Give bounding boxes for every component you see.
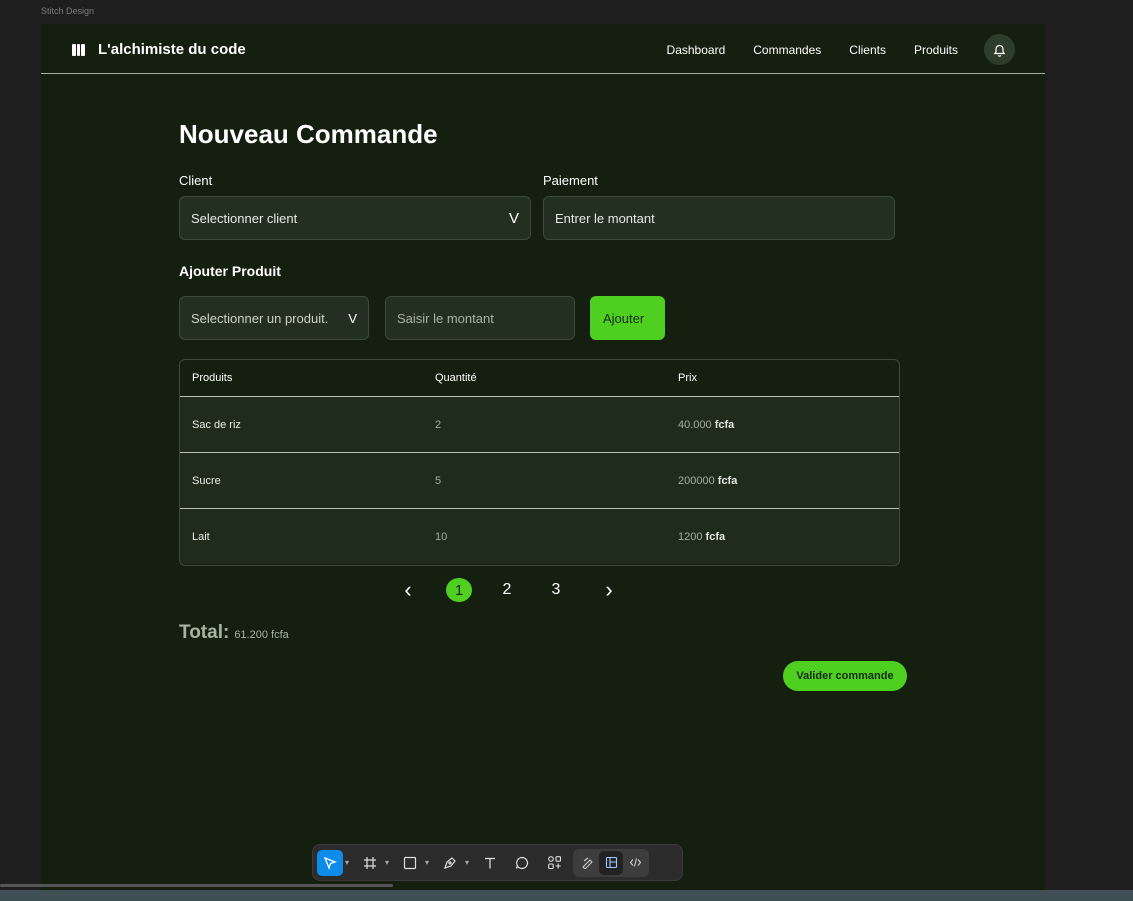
row-quantity: 2 <box>435 418 442 431</box>
design-frame: L'alchimiste du code Dashboard Commandes… <box>41 24 1045 890</box>
chevron-down-icon[interactable]: ▾ <box>425 858 429 867</box>
chevron-down-icon[interactable]: ▾ <box>345 858 349 867</box>
table-row[interactable]: Sucre 5 200000 fcfa <box>180 453 899 509</box>
header-prix: Prix <box>678 372 697 384</box>
page-3-button[interactable]: 3 <box>548 578 564 602</box>
comment-tool[interactable] <box>509 850 535 876</box>
frame-tool-icon <box>357 850 383 876</box>
main-nav: Dashboard Commandes Clients Produits <box>667 34 1015 65</box>
brand-logo-icon <box>72 43 86 56</box>
chevron-down-icon: V <box>348 310 357 326</box>
price-value: 200000 <box>678 474 715 487</box>
product-select-value: Selectionner un produit. <box>191 310 329 326</box>
add-product-title: Ajouter Produit <box>179 263 281 279</box>
comment-tool-icon <box>509 850 535 876</box>
pen-tool-icon <box>437 850 463 876</box>
pagination: ‹ 1 2 3 › <box>41 577 1045 604</box>
client-select-value: Selectionner client <box>191 210 298 226</box>
row-product: Sac de riz <box>192 418 241 431</box>
rectangle-tool-icon <box>397 850 423 876</box>
row-price: 1200 fcfa <box>666 531 899 543</box>
chevron-down-icon: V <box>508 209 519 227</box>
price-value: 1200 <box>678 530 703 543</box>
page-1-button[interactable]: 1 <box>446 578 472 602</box>
canvas-label: Stitch Design <box>41 6 95 16</box>
notifications-button[interactable] <box>984 34 1015 65</box>
row-price: 200000 fcfa <box>666 475 899 487</box>
header-produits: Produits <box>192 372 233 384</box>
pen-tool[interactable]: ▾ <box>437 850 477 876</box>
bell-icon <box>993 44 1006 57</box>
table-row[interactable]: Lait 10 1200 fcfa <box>180 509 899 564</box>
payment-placeholder: Entrer le montant <box>555 210 655 226</box>
components-icon <box>541 850 567 876</box>
price-value: 40.000 <box>678 418 712 431</box>
design-toolbar: ▾ ▾ ▾ ▾ <box>312 844 683 881</box>
frame-tool[interactable]: ▾ <box>357 850 397 876</box>
price-unit: fcfa <box>717 474 738 487</box>
chevron-down-icon[interactable]: ▾ <box>385 858 389 867</box>
text-tool-icon <box>477 850 503 876</box>
horizontal-scrollbar[interactable] <box>0 884 393 887</box>
draw-mode-icon[interactable] <box>575 851 599 875</box>
row-product: Sucre <box>192 474 221 487</box>
top-navigation: L'alchimiste du code Dashboard Commandes… <box>41 24 1045 74</box>
payment-input[interactable]: Entrer le montant <box>543 196 895 240</box>
row-product: Lait <box>192 530 210 543</box>
components-tool[interactable] <box>541 850 567 876</box>
move-tool[interactable]: ▾ <box>317 849 357 876</box>
table-header: Produits Quantité Prix <box>180 360 899 397</box>
header-quantite: Quantité <box>435 372 477 384</box>
page-title: Nouveau Commande <box>179 119 438 149</box>
nav-clients[interactable]: Clients <box>849 43 886 57</box>
brand-name: L'alchimiste du code <box>98 41 246 58</box>
mode-switcher <box>573 848 650 877</box>
price-unit: fcfa <box>705 530 726 543</box>
nav-dashboard[interactable]: Dashboard <box>667 43 726 57</box>
client-select[interactable]: Selectionner client V <box>179 196 531 240</box>
prev-page-button[interactable]: ‹ <box>399 577 417 602</box>
move-tool-icon <box>317 849 343 876</box>
amount-input[interactable]: Saisir le montant <box>385 296 575 340</box>
table-row[interactable]: Sac de riz 2 40.000 fcfa <box>180 397 899 453</box>
brand[interactable]: L'alchimiste du code <box>72 41 246 58</box>
order-items-table: Produits Quantité Prix Sac de riz 2 40.0… <box>179 359 900 566</box>
dev-mode-icon[interactable] <box>623 851 647 875</box>
page-2-button[interactable]: 2 <box>499 578 515 602</box>
row-price: 40.000 fcfa <box>666 419 899 431</box>
product-select[interactable]: Selectionner un produit. V <box>179 296 369 340</box>
amount-placeholder: Saisir le montant <box>397 310 494 326</box>
rectangle-tool[interactable]: ▾ <box>397 850 437 876</box>
taskbar-strip <box>0 890 1133 901</box>
total-label: Total: <box>179 622 230 643</box>
validate-order-button[interactable]: Valider commande <box>783 661 907 691</box>
client-label: Client <box>179 173 213 188</box>
nav-produits[interactable]: Produits <box>914 43 958 57</box>
nav-commandes[interactable]: Commandes <box>753 43 821 57</box>
text-tool[interactable] <box>477 850 503 876</box>
chevron-down-icon[interactable]: ▾ <box>465 858 469 867</box>
next-page-button[interactable]: › <box>600 577 618 602</box>
add-product-button[interactable]: Ajouter <box>590 296 665 340</box>
payment-label: Paiement <box>543 173 598 188</box>
price-unit: fcfa <box>714 418 735 431</box>
row-quantity: 10 <box>435 530 448 543</box>
order-total: Total: 61.200 fcfa <box>179 622 289 644</box>
total-value: 61.200 fcfa <box>234 629 289 641</box>
row-quantity: 5 <box>435 474 442 487</box>
design-mode-icon[interactable] <box>599 850 624 875</box>
